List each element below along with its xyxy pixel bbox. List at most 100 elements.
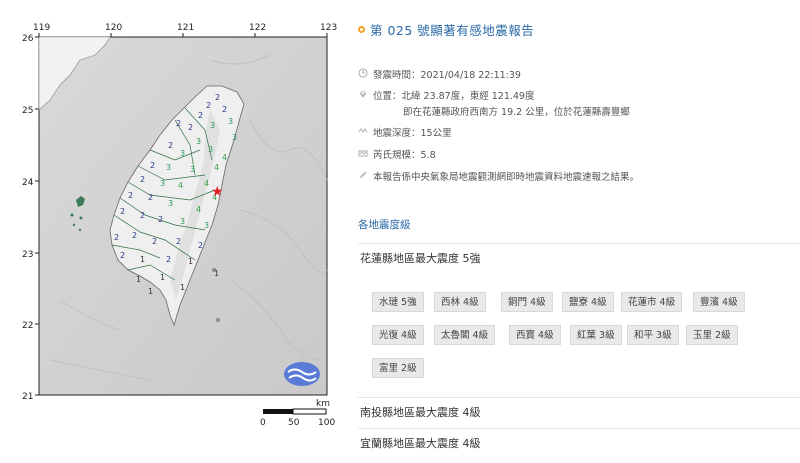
svg-text:2: 2 [140, 211, 145, 220]
svg-text:2: 2 [114, 233, 119, 242]
svg-text:2: 2 [158, 215, 163, 224]
svg-text:2: 2 [148, 193, 153, 202]
depth-icon [358, 127, 368, 134]
intensity-link[interactable]: 各地震度級 [358, 217, 411, 232]
svg-text:2: 2 [188, 123, 193, 132]
station-chip: 豐濱 4級 [693, 292, 745, 312]
magnitude-text: 芮氏規模：5.8 [373, 150, 436, 161]
lon-tick-123: 123 [320, 23, 337, 33]
svg-text:2: 2 [152, 237, 157, 246]
station-chip: 西寶 4級 [509, 325, 561, 345]
report-panel: 第 025 號顯著有感地震報告 發震時間：2021/04/18 22:11:39… [358, 0, 800, 463]
clock-icon [358, 68, 368, 78]
lat-tick-22: 22 [22, 321, 33, 331]
svg-text:4: 4 [214, 163, 219, 172]
region-yilan[interactable]: 宜蘭縣地區最大震度 4級 [358, 428, 800, 458]
svg-text:2: 2 [120, 251, 125, 260]
scale-label-100: 100 [318, 418, 335, 428]
lat-tick-21: 21 [22, 392, 33, 402]
svg-text:3: 3 [228, 117, 233, 126]
svg-text:3: 3 [190, 165, 195, 174]
station-chip: 富里 2級 [372, 358, 424, 378]
station-chip: 鹽寮 4級 [562, 292, 614, 312]
svg-text:3: 3 [232, 133, 237, 142]
depth-text: 地震深度：15公里 [373, 128, 452, 139]
station-chip: 太魯閣 4級 [434, 325, 496, 345]
svg-text:3: 3 [208, 145, 213, 154]
svg-text:3: 3 [180, 149, 185, 158]
svg-text:1: 1 [188, 257, 193, 266]
svg-text:2: 2 [128, 191, 133, 200]
info-depth: 地震深度：15公里 [358, 125, 452, 139]
info-note: 本報告係中央氣象局地震觀測網即時地震資料地震速報之結果。 [358, 169, 639, 183]
svg-text:2: 2 [176, 119, 181, 128]
station-chip: 光復 4級 [372, 325, 424, 345]
svg-text:2: 2 [176, 237, 181, 246]
pencil-icon [360, 171, 367, 178]
station-chip: 花蓮市 4級 [621, 292, 683, 312]
region-hualien[interactable]: 花蓮縣地區最大震度 5強 [358, 243, 800, 273]
svg-text:2: 2 [150, 161, 155, 170]
svg-text:2: 2 [198, 241, 203, 250]
svg-text:4: 4 [204, 179, 209, 188]
bullet-icon [358, 26, 365, 33]
svg-text:1: 1 [140, 255, 145, 264]
intensity-map: 2 2 2 2 2 2 3 3 3 3 2 3 3 4 2 3 3 4 2 3 … [0, 0, 345, 463]
info-location: 位置：北緯 23.87度，東經 121.49度 即在花蓮縣政府西南方 19.2 … [358, 88, 630, 118]
scale-label-50: 50 [288, 418, 300, 428]
svg-text:2: 2 [198, 111, 203, 120]
lon-tick-120: 120 [105, 23, 122, 33]
scale-bar [263, 408, 327, 415]
svg-text:2: 2 [140, 175, 145, 184]
info-time: 發震時間：2021/04/18 22:11:39 [358, 67, 521, 81]
scale-label-0: 0 [260, 418, 266, 428]
svg-text:4: 4 [222, 153, 227, 162]
info-magnitude: 芮氏規模：5.8 [358, 147, 436, 161]
lon-tick-121: 121 [177, 23, 194, 33]
location-pin-icon [360, 91, 366, 98]
station-chip: 玉里 2級 [686, 325, 738, 345]
svg-text:3: 3 [160, 179, 165, 188]
svg-text:2: 2 [215, 93, 220, 102]
svg-text:1: 1 [180, 283, 185, 292]
station-chip: 紅葉 3級 [570, 325, 622, 345]
svg-text:3: 3 [196, 137, 201, 146]
time-text: 發震時間：2021/04/18 22:11:39 [373, 70, 521, 81]
svg-text:2: 2 [120, 207, 125, 216]
location-line2: 即在花蓮縣政府西南方 19.2 公里，位於花蓮縣壽豐鄉 [403, 107, 630, 118]
report-title-row: 第 025 號顯著有感地震報告 [358, 20, 534, 39]
magnitude-icon [358, 150, 368, 157]
svg-text:3: 3 [210, 121, 215, 130]
lat-tick-25: 25 [22, 106, 33, 116]
epicenter-star-icon: ★ [211, 184, 224, 200]
svg-text:4: 4 [196, 205, 201, 214]
station-chip: 西林 4級 [434, 292, 486, 312]
lon-tick-122: 122 [249, 23, 266, 33]
report-title: 第 025 號顯著有感地震報告 [370, 23, 535, 38]
svg-text:1: 1 [160, 273, 165, 282]
note-text: 本報告係中央氣象局地震觀測網即時地震資料地震速報之結果。 [373, 172, 640, 183]
green-island [216, 318, 220, 322]
svg-text:3: 3 [168, 199, 173, 208]
svg-text:2: 2 [206, 101, 211, 110]
svg-text:2: 2 [168, 141, 173, 150]
svg-text:1: 1 [136, 275, 141, 284]
station-chip: 和平 3級 [627, 325, 679, 345]
svg-text:1: 1 [148, 287, 153, 296]
svg-text:3: 3 [204, 221, 209, 230]
svg-text:2: 2 [222, 105, 227, 114]
station-chip: 銅門 4級 [501, 292, 553, 312]
svg-text:2: 2 [166, 255, 171, 264]
svg-text:2: 2 [132, 231, 137, 240]
cwb-logo-icon [284, 362, 320, 386]
svg-text:3: 3 [166, 163, 171, 172]
scale-unit: km [316, 399, 330, 409]
lat-tick-24: 24 [22, 178, 34, 188]
svg-text:4: 4 [178, 181, 183, 190]
svg-text:3: 3 [180, 217, 185, 226]
map-svg: 2 2 2 2 2 2 3 3 3 3 2 3 3 4 2 3 3 4 2 3 … [22, 23, 337, 428]
lat-tick-26: 26 [22, 34, 34, 44]
lat-tick-23: 23 [22, 250, 33, 260]
lon-tick-119: 119 [33, 23, 50, 33]
region-nantou[interactable]: 南投縣地區最大震度 4級 [358, 397, 800, 426]
